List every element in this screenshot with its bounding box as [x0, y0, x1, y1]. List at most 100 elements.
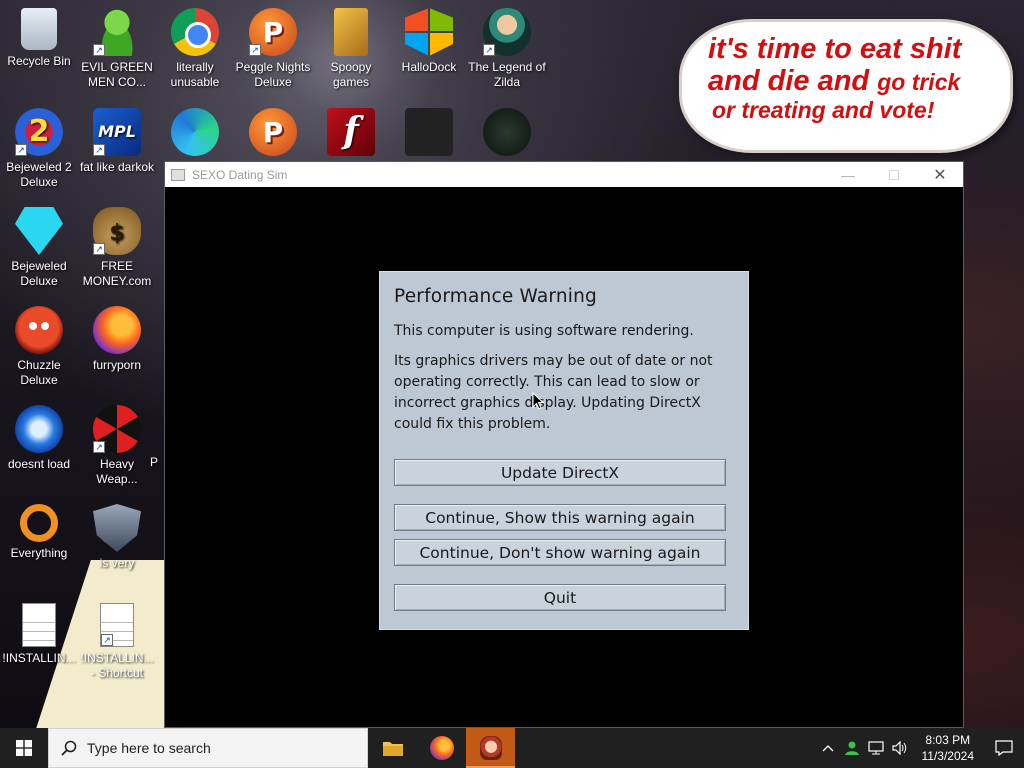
search-placeholder: Type here to search [87, 740, 211, 756]
desktop-icon-partial[interactable]: P [150, 455, 164, 470]
desktop-icon-edge[interactable] [156, 108, 234, 160]
windows-icon [405, 8, 453, 56]
edge-icon [171, 108, 219, 156]
network-button[interactable] [864, 741, 888, 755]
desktop-icon-label: Peggle Nights Deluxe [235, 60, 311, 89]
desktop-icon-is-very[interactable]: ↗ is very [78, 504, 156, 571]
flash-icon [327, 108, 375, 156]
start-button[interactable] [0, 728, 48, 768]
desktop-icon-rdp[interactable] [390, 108, 468, 160]
remote-desktop-icon [405, 108, 453, 156]
taskbar-file-explorer[interactable] [368, 728, 417, 768]
volume-button[interactable] [888, 741, 912, 755]
money-bag-icon: ↗ [93, 207, 141, 255]
system-tray: 8:03 PM 11/3/2024 [816, 728, 1024, 768]
desktop-icon-heavy-weapon[interactable]: ↗ Heavy Weap... [78, 405, 156, 487]
bubble-line-2-big: and die and [708, 64, 870, 97]
bubble-line-3: or treating and vote! [712, 96, 935, 123]
desktop-icon-zilda[interactable]: ↗ The Legend of Zilda [468, 8, 546, 90]
taskbar-dating-sim[interactable] [466, 728, 515, 768]
desktop-icon-label: !INSTALLIN... [2, 651, 76, 665]
network-icon [867, 741, 884, 755]
bejeweled2-icon: ↗ [15, 108, 63, 156]
desktop-icon-thunderbird[interactable]: doesnt load [0, 405, 78, 472]
clock-button[interactable]: 8:03 PM 11/3/2024 [912, 732, 985, 764]
maximize-button[interactable] [871, 162, 917, 187]
desktop-icon-label: is very [99, 556, 135, 570]
firefox-icon [429, 736, 454, 760]
desktop-icon-label: Everything [10, 546, 68, 560]
performance-warning-dialog: Performance Warning This computer is usi… [379, 271, 749, 630]
desktop-icon-free-money[interactable]: ↗ FREE MONEY.com [78, 207, 156, 289]
dating-sim-app-icon [479, 736, 502, 760]
window-title: SEXO Dating Sim [192, 167, 288, 182]
folder-icon [382, 742, 403, 756]
folder-games-icon [334, 8, 368, 56]
zilda-icon: ↗ [483, 8, 531, 56]
taskbar: Type here to search 8:03 PM 11/3/2024 [0, 728, 1024, 768]
notifications-button[interactable] [984, 728, 1024, 768]
desktop-icon-yashma[interactable] [468, 108, 546, 160]
desktop-icon-installing[interactable]: !INSTALLIN... [0, 603, 78, 666]
continue-dont-show-button[interactable]: Continue, Don't show warning again [394, 539, 726, 566]
desktop-icon-green-men[interactable]: ↗ EVIL GREEN MEN CO... [78, 8, 156, 90]
chevron-up-icon [822, 745, 833, 752]
desktop-icon-recycle-bin[interactable]: Recycle Bin [0, 8, 78, 69]
minimize-button[interactable]: — [825, 162, 871, 187]
desktop-icon-spoopy[interactable]: Spoopy games [312, 8, 390, 90]
desktop-icon-label: Bejeweled Deluxe [11, 259, 67, 288]
peggle-icon: ↗ [249, 8, 297, 56]
desktop-icon-label: Chuzzle Deluxe [17, 358, 61, 387]
speech-bubble-widget: it's time to eat shit and die and go tri… [682, 22, 1010, 150]
speaker-icon [891, 741, 906, 755]
desktop-icon-label: Heavy Weap... [96, 457, 138, 486]
window-titlebar[interactable]: SEXO Dating Sim — ✕ [165, 162, 963, 187]
clock-time: 8:03 PM [925, 733, 971, 747]
desktop-icon-peggle[interactable]: ↗ Peggle Nights Deluxe [234, 8, 312, 90]
desktop-icon-hallodock[interactable]: HalloDock [390, 8, 468, 75]
app-window: SEXO Dating Sim — ✕ Performance Warning … [164, 161, 964, 728]
people-icon [844, 741, 859, 755]
desktop-icon-label: HalloDock [401, 60, 457, 74]
document-icon [22, 603, 56, 647]
continue-show-warning-button[interactable]: Continue, Show this warning again [394, 504, 726, 531]
recycle-bin-icon [21, 8, 57, 50]
desktop-icon-label: furryporn [92, 358, 142, 372]
desktop: Recycle Bin ↗ Bejeweled 2 Deluxe Bejewel… [0, 0, 1024, 728]
quit-button[interactable]: Quit [394, 584, 726, 611]
taskbar-firefox[interactable] [417, 728, 466, 768]
desktop-icon-label: FREE MONEY.com [82, 259, 152, 288]
desktop-icon-chuzzle[interactable]: Chuzzle Deluxe [0, 306, 78, 388]
maximize-icon [889, 169, 899, 180]
clock-date: 11/3/2024 [921, 749, 975, 763]
desktop-icon-flash[interactable] [312, 108, 390, 160]
mpl-icon: ↗ [93, 108, 141, 156]
windows-logo-icon [16, 740, 32, 756]
desktop-icon-label: !INSTALLIN... - Shortcut [80, 651, 154, 680]
show-hidden-icons-button[interactable] [816, 744, 840, 752]
close-button[interactable]: ✕ [917, 162, 963, 187]
desktop-icon-everything[interactable]: Everything [0, 504, 78, 561]
notification-icon [995, 740, 1013, 756]
desktop-icon-bejeweled2[interactable]: ↗ Bejeweled 2 Deluxe [0, 108, 78, 190]
desktop-icon-furryporn[interactable]: furryporn [78, 306, 156, 373]
tray-app-icon[interactable] [840, 740, 864, 756]
desktop-icon-label: literally unusable [170, 60, 220, 89]
desktop-icon-label: Bejeweled 2 Deluxe [6, 160, 72, 189]
yashma-icon [483, 108, 531, 156]
desktop-icon-bejeweled[interactable]: Bejeweled Deluxe [0, 207, 78, 289]
desktop-icon-chrome[interactable]: literally unusable [156, 8, 234, 90]
dialog-message-2: Its graphics drivers may be out of date … [394, 353, 713, 432]
green-men-icon: ↗ [93, 8, 141, 56]
taskbar-search-box[interactable]: Type here to search [48, 728, 368, 768]
chrome-icon [171, 8, 219, 56]
desktop-icon-installing-shortcut[interactable]: ↗ !INSTALLIN... - Shortcut [78, 603, 156, 681]
desktop-icon-mpl[interactable]: ↗ fat like darkok [78, 108, 156, 175]
dialog-title: Performance Warning [394, 286, 597, 307]
desktop-icon-label: doesnt load [7, 457, 71, 471]
update-directx-button[interactable]: Update DirectX [394, 459, 726, 486]
firefox-icon [93, 306, 141, 354]
chuzzle-icon [15, 306, 63, 354]
everything-icon [20, 504, 58, 542]
desktop-icon-peggle-2[interactable] [234, 108, 312, 160]
